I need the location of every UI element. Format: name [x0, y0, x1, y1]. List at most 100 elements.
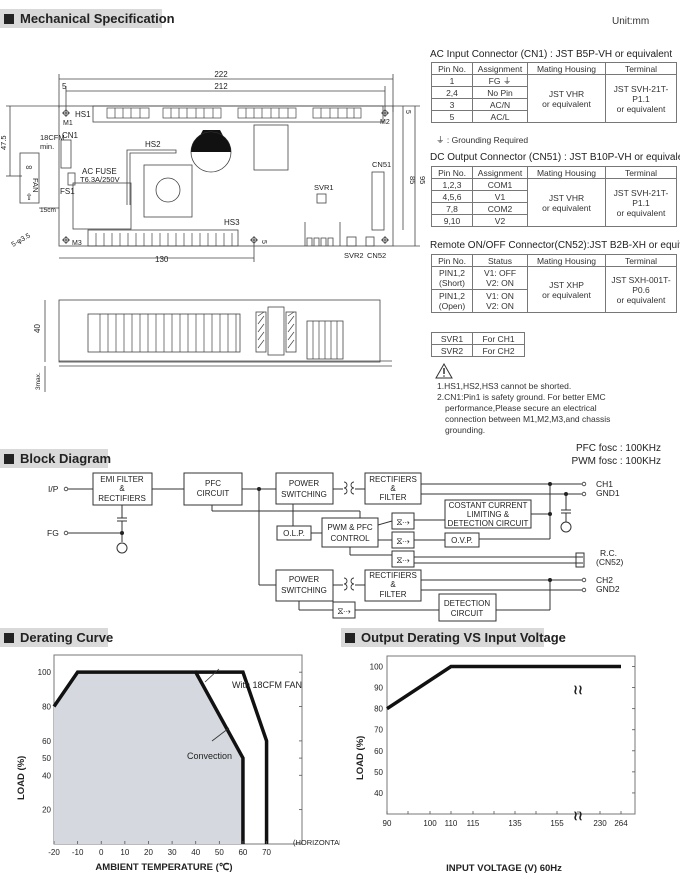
x-axis-label: INPUT VOLTAGE (V) 60Hz: [446, 863, 562, 874]
header-housing: Mating Housing: [527, 254, 606, 267]
note-line: performance,Please secure an electrical: [445, 403, 597, 413]
ip-label: I/P: [48, 484, 59, 494]
mechanical-drawing: 222 212 5 HS1 M1 M2 CN1 HS2 AC FUSE T6.3…: [0, 70, 425, 392]
note-line: 1.HS1,HS2,HS3 cannot be shorted.: [437, 381, 572, 391]
table-header-row: Pin No. Status Mating Housing Terminal: [431, 254, 677, 267]
emi-label: &: [119, 484, 125, 493]
cell: COM1: [472, 178, 528, 191]
x-tick-label: 100: [423, 819, 437, 828]
notes: 1.HS1,HS2,HS3 cannot be shorted. 2.CN1:P…: [437, 381, 610, 436]
y-tick-label: 40: [42, 771, 51, 780]
cell: AC/N: [472, 98, 528, 111]
header-status: Status: [472, 254, 528, 267]
opto-icon: ⧖⇢: [396, 555, 410, 565]
svr-table: SVR1 For CH1 SVR2 For CH2: [431, 332, 525, 357]
table-header-row: Pin No. Assignment Mating Housing Termin…: [431, 166, 677, 179]
cell-housing: JST VHR or equivalent: [527, 74, 606, 123]
cell: For CH1: [472, 332, 525, 345]
note-line: connection between M1,M2,M3,and chassis: [445, 414, 611, 424]
fan-arrow-icon: ⇧: [25, 192, 33, 202]
rc-label: (CN52): [596, 557, 624, 567]
cn52-caption: Remote ON/OFF Connector(CN52):JST B2B-XH…: [430, 240, 680, 251]
y-tick-label: 100: [38, 668, 52, 677]
rf1-label: RECTIFIERS: [369, 475, 417, 484]
rf2-label: &: [390, 580, 396, 589]
x-tick-label: 264: [614, 819, 628, 828]
label-fan-cfm: 18CFM: [40, 133, 65, 142]
label-m2: M2: [380, 119, 390, 126]
rf2-label: FILTER: [380, 590, 407, 599]
axis-break-icon: ≀≀: [573, 682, 583, 697]
cell: 5: [431, 110, 473, 123]
label-fan-min: min.: [40, 142, 54, 151]
dim-85: 85: [408, 176, 417, 184]
annotation-convection: Convection: [187, 751, 232, 761]
unit-label: Unit:mm: [612, 16, 650, 27]
x-suffix: (HORIZONTAL): [293, 838, 340, 847]
header-terminal: Terminal: [605, 62, 677, 75]
label-svr1: SVR1: [314, 183, 334, 192]
section-title-mechanical: Mechanical Specification: [0, 9, 175, 28]
cell-terminal: JST SVH-21T-P1.1 or equivalent: [605, 178, 677, 227]
ccl-label: DETECTION CIRCUIT: [448, 519, 529, 528]
label-hs3: HS3: [224, 218, 240, 227]
header-pin: Pin No.: [431, 166, 473, 179]
header-assignment: Assignment: [472, 62, 528, 75]
cell: V1: OFF V2: ON: [472, 266, 528, 290]
cell: SVR1: [431, 332, 473, 345]
cn1-table: Pin No. Assignment Mating Housing Termin…: [431, 62, 677, 123]
x-tick-label: 135: [508, 819, 522, 828]
label-fan: FAN: [31, 178, 40, 193]
annotation-fan: With 18CFM FAN: [232, 680, 302, 690]
x-tick-label: 20: [144, 848, 153, 857]
cell: No Pin: [472, 86, 528, 99]
opto-icon: ⧖⇢: [396, 517, 410, 527]
x-tick-label: 10: [120, 848, 129, 857]
cn51-caption: DC Output Connector (CN51) : JST B10P-VH…: [430, 152, 680, 163]
cell: FG ⏚: [472, 74, 528, 87]
cn51-table: Pin No. Assignment Mating Housing Termin…: [431, 166, 677, 227]
x-tick-label: 115: [467, 819, 480, 828]
pfc-label: CIRCUIT: [197, 489, 230, 498]
dim-5-right: 5: [404, 110, 411, 114]
ccl-label: COSTANT CURRENT: [449, 501, 528, 510]
square-bullet-icon: [345, 633, 355, 643]
cell: AC/L: [472, 110, 528, 123]
label-cn52: CN52: [367, 251, 386, 260]
label-fuse-rating: T6.3A/250V: [80, 175, 120, 184]
table-row: SVR2 For CH2: [431, 344, 525, 357]
dim-212: 212: [214, 82, 228, 91]
det-label: CIRCUIT: [451, 609, 484, 618]
dim-40: 40: [33, 324, 42, 333]
pwm-fosc: PWM fosc : 100KHz: [572, 456, 661, 467]
section-title-text: Output Derating VS Input Voltage: [361, 630, 566, 645]
y-tick-label: 70: [374, 726, 383, 735]
block-diagram: ⧖⇢ ⧖⇢ ⧖⇢ ⧖⇢ EMI FILTER & RECTIFIERS PFC …: [47, 443, 661, 622]
y-tick-label: 90: [374, 684, 383, 693]
y-axis-label: LOAD (%): [355, 736, 366, 780]
plot-area: [386, 655, 636, 815]
x-tick-label: 230: [593, 819, 607, 828]
y-tick-label: 100: [370, 663, 384, 672]
hs3-outline: [87, 229, 239, 247]
square-bullet-icon: [4, 14, 14, 24]
dim-3max: 3max.: [35, 372, 42, 390]
cell: V1: [472, 190, 528, 203]
y-tick-label: 40: [374, 789, 383, 798]
gnd2-label: GND2: [596, 584, 620, 594]
x-tick-label: 0: [99, 848, 104, 857]
ps2-label: POWER: [289, 575, 319, 584]
y-tick-label: 80: [42, 703, 51, 712]
cell: V1: ON V2: ON: [472, 289, 528, 313]
label-hs2: HS2: [145, 140, 161, 149]
dim-5-bottom: 5: [260, 240, 267, 244]
side-view-outline: [58, 299, 381, 363]
x-tick-label: -20: [48, 848, 60, 857]
label-m3: M3: [72, 240, 82, 247]
label-m1: M1: [63, 120, 73, 127]
cell: 4,5,6: [431, 190, 473, 203]
rf2-label: RECTIFIERS: [369, 571, 417, 580]
cell: COM2: [472, 202, 528, 215]
dim-5-left: 5: [62, 82, 67, 91]
cell: 9,10: [431, 214, 473, 227]
